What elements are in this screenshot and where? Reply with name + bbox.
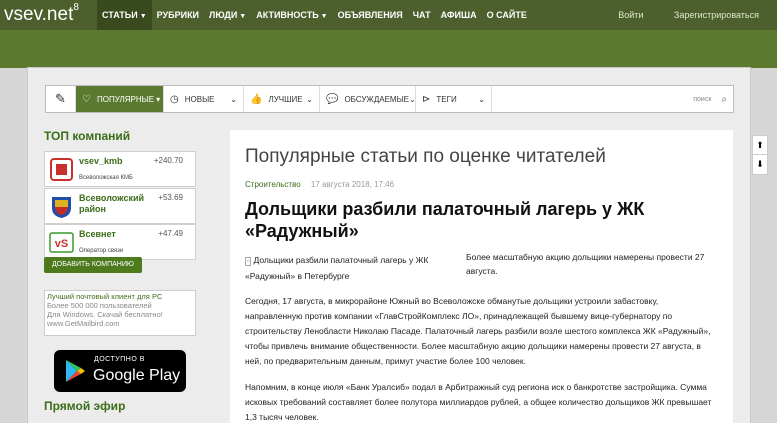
company-card[interactable]: Всеволожский район +53.69 (44, 188, 196, 224)
company-card[interactable]: vS Всевнет Оператор связи +47.49 (44, 224, 196, 260)
company-score: +47.49 (158, 229, 183, 238)
register-link[interactable]: Зарегистрироваться (674, 10, 759, 20)
nav-item-articles[interactable]: СТАТЬИ ▼ (97, 0, 152, 30)
company-score: +240.70 (153, 156, 183, 165)
nav-item-chat[interactable]: ЧАТ (408, 0, 436, 30)
pencil-icon: ✎ (55, 91, 66, 106)
google-play-icon (66, 360, 85, 382)
article-paragraph: Напомним, в конце июля «Банк Уралсиб» по… (245, 382, 712, 422)
search-box[interactable]: поиск ⌕ (693, 94, 733, 105)
nav-item-activity[interactable]: АКТИВНОСТЬ ▼ (251, 0, 332, 30)
add-company-button[interactable]: ДОБАВИТЬ КОМПАНИЮ (44, 257, 142, 273)
google-play-badge[interactable]: ДОСТУПНО В Google Play (54, 350, 186, 392)
thumbs-up-icon: 👍 (250, 93, 263, 105)
ad-line: Более 500 000 пользователей (47, 301, 152, 310)
company-card[interactable]: vsev_kmb Всеволожская КМБ +240.70 (44, 151, 196, 187)
nav-item-afisha[interactable]: АФИША (436, 0, 482, 30)
article-image: ▫ Дольщики разбили палаточный лагерь у ЖК… (245, 255, 429, 281)
scroll-up-button[interactable]: ⬆ (753, 136, 767, 155)
chevron-down-icon: ▼ (139, 13, 147, 20)
article-category[interactable]: Строительство (245, 180, 301, 189)
tab-discussed[interactable]: 💬 ОБСУЖДАЕМЫЕ ⌄ (320, 86, 416, 112)
company-subtitle: Всеволожская КМБ (79, 175, 133, 181)
ad-line[interactable]: www.GetMailbird.com (47, 319, 193, 328)
tab-tags[interactable]: ⊳ ТЕГИ ⌄ (416, 86, 492, 112)
nav-item-people[interactable]: ЛЮДИ ▼ (204, 0, 251, 30)
ad-line: Для Windows. Скачай бесплатно! (47, 310, 163, 319)
company-score: +53.69 (158, 193, 183, 202)
gplay-big-text: Google Play (93, 367, 181, 384)
broken-image-icon: ▫ (245, 257, 252, 266)
tab-new[interactable]: ◷ НОВЫЕ ⌄ (164, 86, 244, 112)
chevron-down-icon: ▼ (320, 13, 328, 20)
chevron-down-icon: ▼ (239, 13, 247, 20)
heart-icon: ♡ (82, 93, 91, 105)
main-nav: СТАТЬИ ▼ РУБРИКИ ЛЮДИ ▼ АКТИВНОСТЬ ▼ ОБЪЯВЛ… (97, 0, 532, 30)
arrow-down-icon: ⬇ (756, 159, 764, 169)
tab-best[interactable]: 👍 ЛУЧШИЕ ⌄ (244, 86, 320, 112)
search-input[interactable]: поиск (693, 96, 711, 103)
comments-icon: 💬 (326, 93, 339, 105)
article-title[interactable]: Дольщики разбили палаточный лагерь у ЖК … (245, 198, 715, 242)
article-filter-tabs: ✎ ♡ ПОПУЛЯРНЫЕ ▾ ◷ НОВЫЕ ⌄ 👍 ЛУЧШИЕ ⌄ 💬 ОБСУЖДА… (45, 85, 734, 113)
write-article-button[interactable]: ✎ (46, 86, 76, 112)
top-bar: vsev.net8 СТАТЬИ ▼ РУБРИКИ ЛЮДИ ▼ АКТИВНОС… (0, 0, 777, 30)
arrow-up-icon: ⬆ (756, 140, 764, 150)
scroll-down-button[interactable]: ⬇ (753, 155, 767, 174)
company-logo: vS (49, 232, 74, 253)
company-logo (52, 197, 71, 218)
ad-line[interactable]: Лучший почтовый клиент для PC (47, 292, 193, 301)
chevron-down-icon: ⌄ (230, 94, 237, 104)
article-date: 17 августа 2018, 17:46 (310, 180, 395, 189)
auth-links: Войти Зарегистрироваться (610, 0, 759, 30)
chevron-down-icon: ▾ (156, 94, 161, 104)
clock-icon: ◷ (170, 93, 179, 105)
ad-block[interactable]: Лучший почтовый клиент для PC Более 500 … (44, 290, 196, 336)
gplay-small-text: ДОСТУПНО В (94, 356, 145, 363)
company-name[interactable]: Всевнет (79, 229, 116, 240)
chevron-down-icon: ⌄ (306, 94, 313, 104)
site-logo[interactable]: vsev.net8 (4, 2, 79, 26)
nav-item-ads[interactable]: ОБЪЯВЛЕНИЯ (333, 0, 408, 30)
article-lead: Более масштабную акцию дольщики намерены… (466, 252, 705, 276)
chevron-down-icon: ⌄ (478, 94, 485, 104)
chevron-down-icon: ⌄ (409, 94, 416, 104)
company-logo (50, 158, 73, 181)
company-name[interactable]: Всеволожский район (79, 193, 149, 215)
header-band (0, 30, 777, 68)
article-paragraph: Сегодня, 17 августа, в микрорайоне Южный… (245, 296, 711, 366)
tab-popular[interactable]: ♡ ПОПУЛЯРНЫЕ ▾ (76, 86, 164, 112)
company-name[interactable]: vsev_kmb (79, 156, 123, 167)
live-feed-title: Прямой эфир (44, 399, 126, 413)
login-link[interactable]: Войти (618, 10, 643, 20)
article-meta: Строительство 17 августа 2018, 17:46 (245, 180, 394, 189)
nav-item-about[interactable]: О САЙТЕ (482, 0, 532, 30)
sidebar-title: ТОП компаний (44, 129, 131, 143)
page-title: Популярные статьи по оценке читателей (245, 146, 606, 167)
main-content: Популярные статьи по оценке читателей Ст… (230, 130, 733, 423)
scroll-buttons: ⬆ ⬇ (752, 135, 768, 175)
svg-text:vS: vS (55, 238, 68, 250)
company-subtitle: Оператор связи (79, 248, 124, 254)
search-icon[interactable]: ⌕ (721, 94, 727, 105)
tag-icon: ⊳ (422, 93, 431, 105)
nav-item-rubrics[interactable]: РУБРИКИ (152, 0, 204, 30)
